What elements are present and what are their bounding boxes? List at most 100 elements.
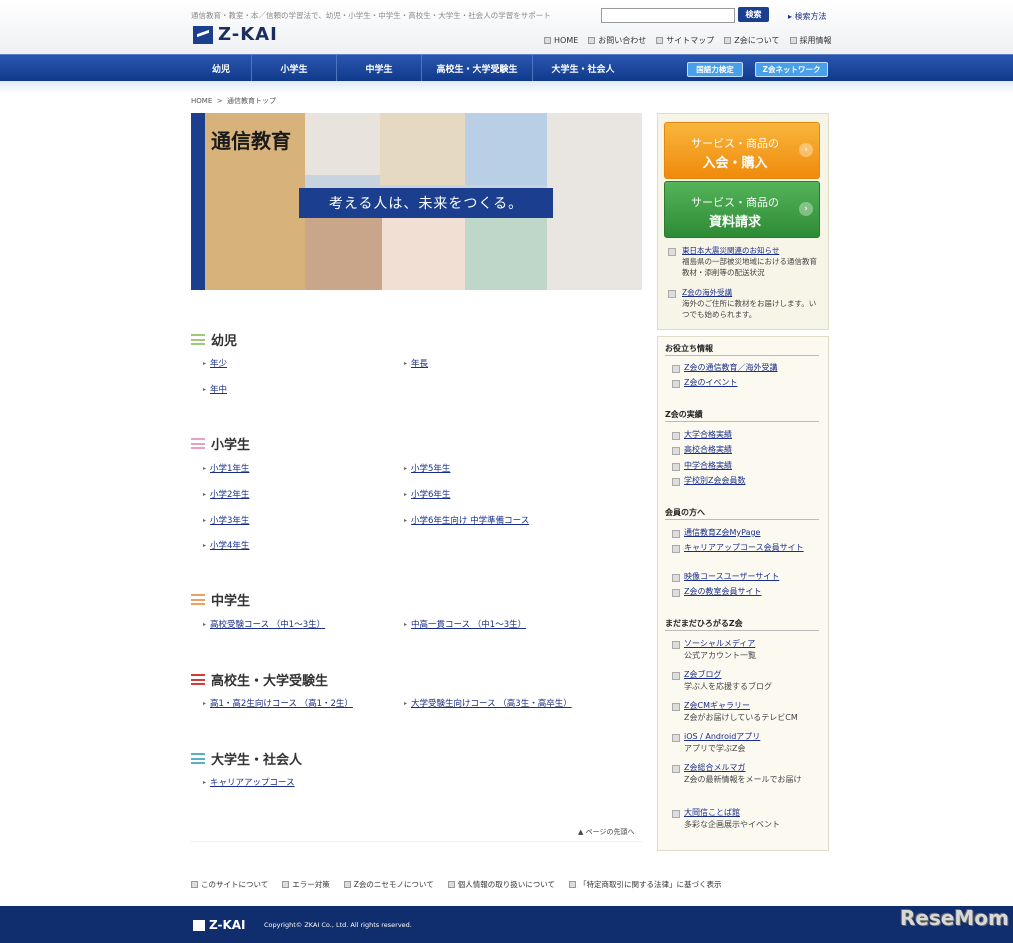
link-label[interactable]: 小学3年生 — [210, 514, 249, 526]
document-icon — [672, 589, 680, 597]
sidebar-link-label[interactable]: iOS / Androidアプリ — [684, 731, 820, 743]
gnav-item-elementary[interactable]: 小学生 — [252, 55, 337, 81]
arrow-icon: ▸ — [404, 699, 408, 707]
document-icon — [668, 248, 676, 256]
gnav-item-high-school[interactable]: 高校生・大学受験生 — [422, 55, 533, 81]
sidebar-item-description: アプリで学ぶZ会 — [684, 744, 746, 753]
sidebar-link-label[interactable]: 中学合格実績 — [684, 460, 820, 472]
divider — [665, 630, 819, 631]
util-nav-label: Z会について — [734, 36, 780, 45]
copyright: Copyright© ZKAI Co., Ltd. All rights res… — [264, 921, 412, 929]
util-nav-sitemap[interactable]: サイトマップ — [656, 35, 714, 46]
sidebar-link-label[interactable]: 通信教育Z会MyPage — [684, 527, 820, 539]
sidebar-link-label[interactable]: Z会総合メルマガ — [684, 762, 820, 774]
sidebar-item: Z会ブログ 学ぶ人を応援するブログ — [672, 669, 820, 693]
sidebar-link: Z会の通信教育／海外受講 — [672, 362, 820, 374]
document-icon — [672, 380, 680, 388]
arrow-icon: ▸ — [203, 541, 207, 549]
search-help-link[interactable]: ▸ 検索方法 — [788, 11, 827, 22]
section-stripe-icon — [191, 753, 205, 764]
news-description: 福島県の一部被災地域における通信教育教材・添削等の配送状況 — [682, 257, 817, 277]
link-label[interactable]: 小学2年生 — [210, 488, 249, 500]
search-input[interactable] — [601, 8, 735, 23]
sidebar-link-label[interactable]: Z会CMギャラリー — [684, 700, 820, 712]
hero-photo-child-writing — [465, 113, 547, 185]
link-high-1-2[interactable]: ▸ 高1・高2生向けコース （高1・2生） — [203, 697, 353, 709]
link-junior-prep[interactable]: ▸ 小学6年生向け 中学準備コース — [404, 514, 529, 526]
sidebar-link-label[interactable]: Z会ブログ — [684, 669, 820, 681]
link-grade1[interactable]: ▸ 小学1年生 — [203, 462, 249, 474]
link-grade6[interactable]: ▸ 小学6年生 — [404, 488, 450, 500]
link-grade5[interactable]: ▸ 小学5年生 — [404, 462, 450, 474]
sidebar-link-label[interactable]: ソーシャルメディア — [684, 638, 820, 650]
arrow-icon: ▸ — [203, 385, 207, 393]
footer-link-about-site[interactable]: このサイトについて — [191, 879, 268, 890]
link-grade2[interactable]: ▸ 小学2年生 — [203, 488, 249, 500]
sidebar-link-label[interactable]: キャリアアップコース会員サイト — [684, 542, 820, 554]
bullet-icon — [568, 881, 576, 888]
link-nencho[interactable]: ▸ 年長 — [404, 357, 428, 369]
link-high-school-exam[interactable]: ▸ 高校受験コース （中1〜3生） — [203, 618, 325, 630]
breadcrumb-separator: > — [216, 97, 223, 105]
gnav-pill-kokugo[interactable]: 国語力検定 — [687, 62, 743, 77]
link-grade4[interactable]: ▸ 小学4年生 — [203, 539, 249, 551]
sidebar-link-label[interactable]: Z会のイベント — [684, 377, 820, 389]
footer-link-fakes[interactable]: Z会のニセモノについて — [343, 879, 434, 890]
link-integrated[interactable]: ▸ 中高一貫コース （中1〜3生） — [404, 618, 526, 630]
footer-link-commerce-law[interactable]: 「特定商取引に関する法律」に基づく表示 — [568, 879, 722, 890]
section-title-junior-high: 中学生 — [191, 590, 250, 609]
sidebar-link: 映像コースユーザーサイト — [672, 571, 820, 583]
link-nensho[interactable]: ▸ 年少 — [203, 357, 227, 369]
header-tagline: 通信教育・教室・本／信頼の学習法で、幼児・小学生・中学生・高校生・大学生・社会人… — [191, 11, 551, 20]
util-nav-contact[interactable]: お問い合わせ — [588, 35, 646, 46]
link-nenchu[interactable]: ▸ 年中 — [203, 383, 227, 395]
page-top-link[interactable]: ▲ ページの先頭へ — [578, 827, 634, 837]
link-label[interactable]: 小学1年生 — [210, 462, 249, 474]
link-university-exam[interactable]: ▸ 大学受験生向けコース （高3生・高卒生） — [404, 697, 572, 709]
footer-link-errors[interactable]: エラー対策 — [282, 879, 330, 890]
breadcrumb-home[interactable]: HOME — [191, 97, 212, 105]
search-button[interactable]: 検索 — [738, 7, 769, 22]
link-label[interactable]: 年少 — [210, 357, 227, 369]
link-label[interactable]: 高1・高2生向けコース （高1・2生） — [210, 697, 353, 709]
sidebar-link-label[interactable]: Z会の通信教育／海外受講 — [684, 362, 820, 374]
util-nav-label: サイトマップ — [666, 36, 715, 45]
sidebar-link-label[interactable]: Z会の教室会員サイト — [684, 586, 820, 598]
link-label[interactable]: キャリアアップコース — [210, 776, 295, 788]
gnav-pill-network[interactable]: Z会ネットワーク — [755, 62, 828, 77]
link-label[interactable]: 小学6年生向け 中学準備コース — [411, 514, 529, 526]
request-materials-button[interactable]: サービス・商品の 資料請求 › — [664, 181, 820, 238]
footer-link-label: 個人情報の取り扱いについて — [457, 880, 555, 889]
gnav-item-university[interactable]: 大学生・社会人 — [533, 55, 633, 81]
link-label[interactable]: 小学4年生 — [210, 539, 249, 551]
sidebar-item-description: 学ぶ人を応援するブログ — [684, 682, 772, 691]
site-logo[interactable]: Z-KAI — [193, 24, 278, 45]
link-grade3[interactable]: ▸ 小学3年生 — [203, 514, 249, 526]
bullet-icon — [588, 37, 596, 44]
link-label[interactable]: 高校受験コース （中1〜3生） — [210, 618, 325, 630]
sidebar-link-label[interactable]: 大学合格実績 — [684, 429, 820, 441]
gnav-item-preschool[interactable]: 幼児 — [191, 55, 252, 81]
link-label[interactable]: 小学6年生 — [411, 488, 450, 500]
news-link[interactable]: Z会の海外受講 — [682, 287, 818, 298]
join-purchase-button[interactable]: サービス・商品の 入会・購入 › — [664, 122, 820, 179]
news-link[interactable]: 東日本大震災関連のお知らせ — [682, 245, 818, 256]
gnav-item-junior-high[interactable]: 中学生 — [337, 55, 422, 81]
util-nav-recruit[interactable]: 採用情報 — [789, 35, 832, 46]
document-icon — [672, 463, 680, 471]
sidebar-link-label[interactable]: 高校合格実績 — [684, 444, 820, 456]
sidebar-link-label[interactable]: 大岡信ことば館 — [684, 807, 820, 819]
util-nav-about[interactable]: Z会について — [724, 35, 780, 46]
link-career-up[interactable]: ▸ キャリアアップコース — [203, 776, 295, 788]
footer-link-label: 「特定商取引に関する法律」に基づく表示 — [578, 880, 722, 889]
link-label[interactable]: 年中 — [210, 383, 227, 395]
sidebar-link-label[interactable]: 学校別Z会会員数 — [684, 475, 820, 487]
link-label[interactable]: 小学5年生 — [411, 462, 450, 474]
sidebar-link-label[interactable]: 映像コースユーザーサイト — [684, 571, 820, 583]
link-label[interactable]: 中高一貫コース （中1〜3生） — [411, 618, 526, 630]
util-nav-home[interactable]: HOME — [544, 35, 578, 46]
link-label[interactable]: 大学受験生向けコース （高3生・高卒生） — [411, 697, 572, 709]
link-label[interactable]: 年長 — [411, 357, 428, 369]
hero-photo-student-uniform — [547, 113, 642, 290]
footer-link-privacy[interactable]: 個人情報の取り扱いについて — [447, 879, 555, 890]
